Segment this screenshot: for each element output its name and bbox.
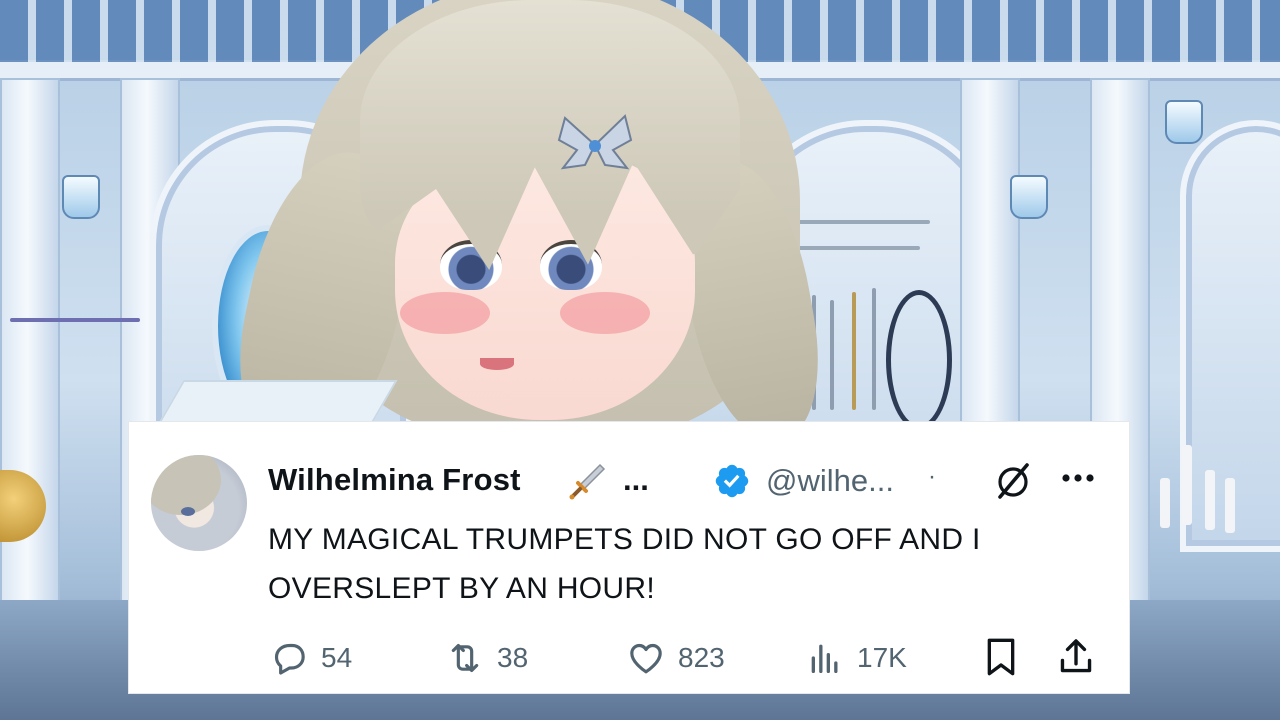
post-text: MY MAGICAL TRUMPETS DID NOT GO OFF AND I… <box>268 523 981 605</box>
candle <box>1182 445 1192 525</box>
separator-dot: · <box>928 463 936 490</box>
name-truncation: ... <box>623 462 649 497</box>
character-mouth <box>480 358 514 370</box>
heart-icon <box>630 643 662 674</box>
author-display-name[interactable]: Wilhelmina Frost <box>268 462 521 498</box>
candle <box>1160 478 1170 528</box>
character-blush <box>400 292 490 334</box>
wall-sword <box>872 288 876 410</box>
butterfly-hairclip-icon <box>557 114 633 170</box>
more-options-icon[interactable] <box>1056 458 1100 498</box>
like-count: 823 <box>678 642 725 673</box>
character-blush <box>560 292 650 334</box>
wall-sword <box>790 246 920 250</box>
wall-lamp <box>1010 175 1048 219</box>
view-count: 17K <box>857 642 907 673</box>
post-card[interactable]: Wilhelmina Frost ... @wilhe... · MY MAGI… <box>128 421 1130 694</box>
views-button[interactable]: 17K <box>805 635 907 681</box>
repost-button[interactable]: 38 <box>445 635 528 681</box>
author-handle[interactable]: @wilhe... <box>766 463 894 499</box>
avatar-eye <box>181 507 195 516</box>
wall-sword <box>10 318 140 322</box>
bookmark-icon[interactable] <box>981 635 1021 679</box>
repost-count: 38 <box>497 642 529 673</box>
share-icon[interactable] <box>1055 635 1097 679</box>
analytics-bar-icon <box>811 644 838 673</box>
avatar-hair <box>151 455 221 515</box>
wall-sword <box>790 220 930 224</box>
candle <box>1205 470 1215 530</box>
wall-shield <box>886 290 952 430</box>
wall-sword <box>852 292 856 410</box>
wall-lamp <box>62 175 100 219</box>
wall-lamp <box>1165 100 1203 144</box>
like-button[interactable]: 823 <box>626 635 725 681</box>
grok-icon[interactable] <box>992 460 1034 502</box>
dagger-icon <box>569 463 606 500</box>
verified-badge-icon[interactable] <box>713 462 751 500</box>
repost-icon <box>451 643 479 673</box>
avatar[interactable] <box>151 455 247 551</box>
wall-sword <box>830 300 834 410</box>
reply-count: 54 <box>321 642 353 673</box>
reply-icon <box>274 643 305 675</box>
reply-button[interactable]: 54 <box>269 635 352 681</box>
candle <box>1225 478 1235 533</box>
